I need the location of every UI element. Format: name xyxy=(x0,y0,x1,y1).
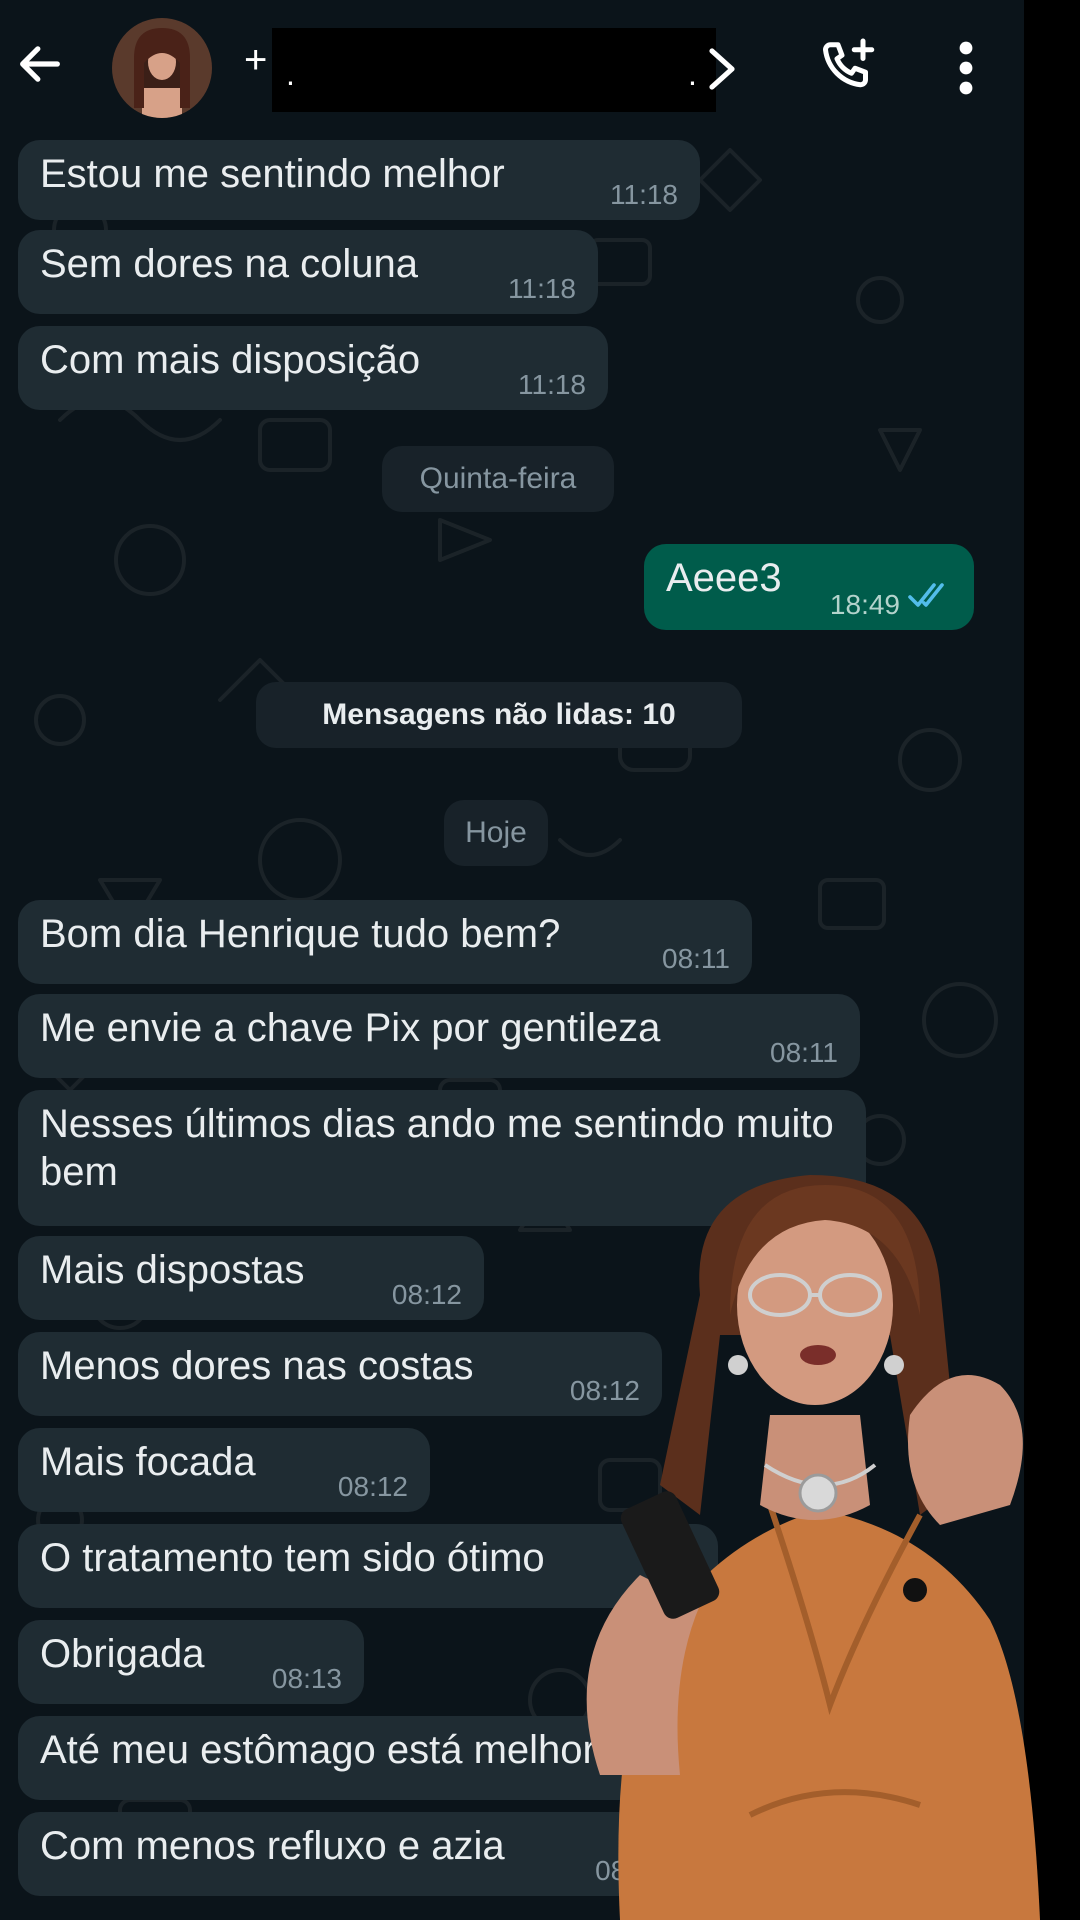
arrow-left-icon[interactable] xyxy=(8,28,72,100)
add-call-icon[interactable] xyxy=(816,30,880,102)
message-time: 08:11 xyxy=(662,943,730,974)
presenter-overlay-image xyxy=(586,1175,1040,1920)
message-text: Bom dia Henrique tudo bem? xyxy=(40,912,561,956)
day-separator: Hoje xyxy=(444,800,548,866)
message-bubble-incoming[interactable]: Bom dia Henrique tudo bem? 08:11 xyxy=(18,900,752,984)
message-time: 11:18 xyxy=(518,369,586,400)
message-text: Me envie a chave Pix por gentileza xyxy=(40,1006,661,1050)
message-time: 08:11 xyxy=(770,1037,838,1068)
message-bubble-incoming[interactable]: Sem dores na coluna 11:18 xyxy=(18,230,598,314)
message-bubble-incoming[interactable]: Obrigada 08:13 xyxy=(18,1620,364,1704)
phone-plus-prefix: + xyxy=(244,38,268,82)
unread-messages-banner: Mensagens não lidas: 10 xyxy=(256,682,742,748)
message-time: 11:18 xyxy=(508,273,576,304)
contact-avatar[interactable] xyxy=(112,18,212,118)
message-bubble-incoming[interactable]: Mais dispostas 08:12 xyxy=(18,1236,484,1320)
redaction-dot: . xyxy=(286,56,295,92)
redaction-dot: . xyxy=(688,56,697,92)
message-text: Com mais disposição xyxy=(40,338,421,382)
message-bubble-incoming[interactable]: Menos dores nas costas 08:12 xyxy=(18,1332,662,1416)
message-bubble-incoming[interactable]: Mais focada 08:12 xyxy=(18,1428,430,1512)
video-camera-icon[interactable] xyxy=(700,36,748,102)
day-separator: Quinta-feira xyxy=(382,446,614,512)
message-text: Estou me sentindo melhor xyxy=(40,152,505,196)
screen: + . . Estou me sentindo melhor 11:18 Sem… xyxy=(0,0,1080,1920)
message-bubble-outgoing[interactable]: Aeee3 18:49 xyxy=(644,544,974,630)
more-vertical-icon[interactable] xyxy=(938,32,994,104)
double-check-read-icon xyxy=(908,572,952,620)
message-time: 08:12 xyxy=(337,1471,408,1502)
message-text: Menos dores nas costas xyxy=(40,1344,474,1388)
message-time: 11:18 xyxy=(610,179,678,210)
message-bubble-incoming[interactable]: Estou me sentindo melhor 11:18 xyxy=(18,140,700,220)
message-text: Sem dores na coluna xyxy=(40,242,419,286)
chat-header: + . . xyxy=(0,0,1024,138)
message-time: 18:49 xyxy=(829,589,900,620)
redacted-contact-name xyxy=(272,28,716,112)
message-time: 08:13 xyxy=(271,1663,342,1694)
message-bubble-incoming[interactable]: Com mais disposição 11:18 xyxy=(18,326,608,410)
message-bubble-incoming[interactable]: Me envie a chave Pix por gentileza 08:11 xyxy=(18,994,860,1078)
message-time: 08:12 xyxy=(391,1279,462,1310)
